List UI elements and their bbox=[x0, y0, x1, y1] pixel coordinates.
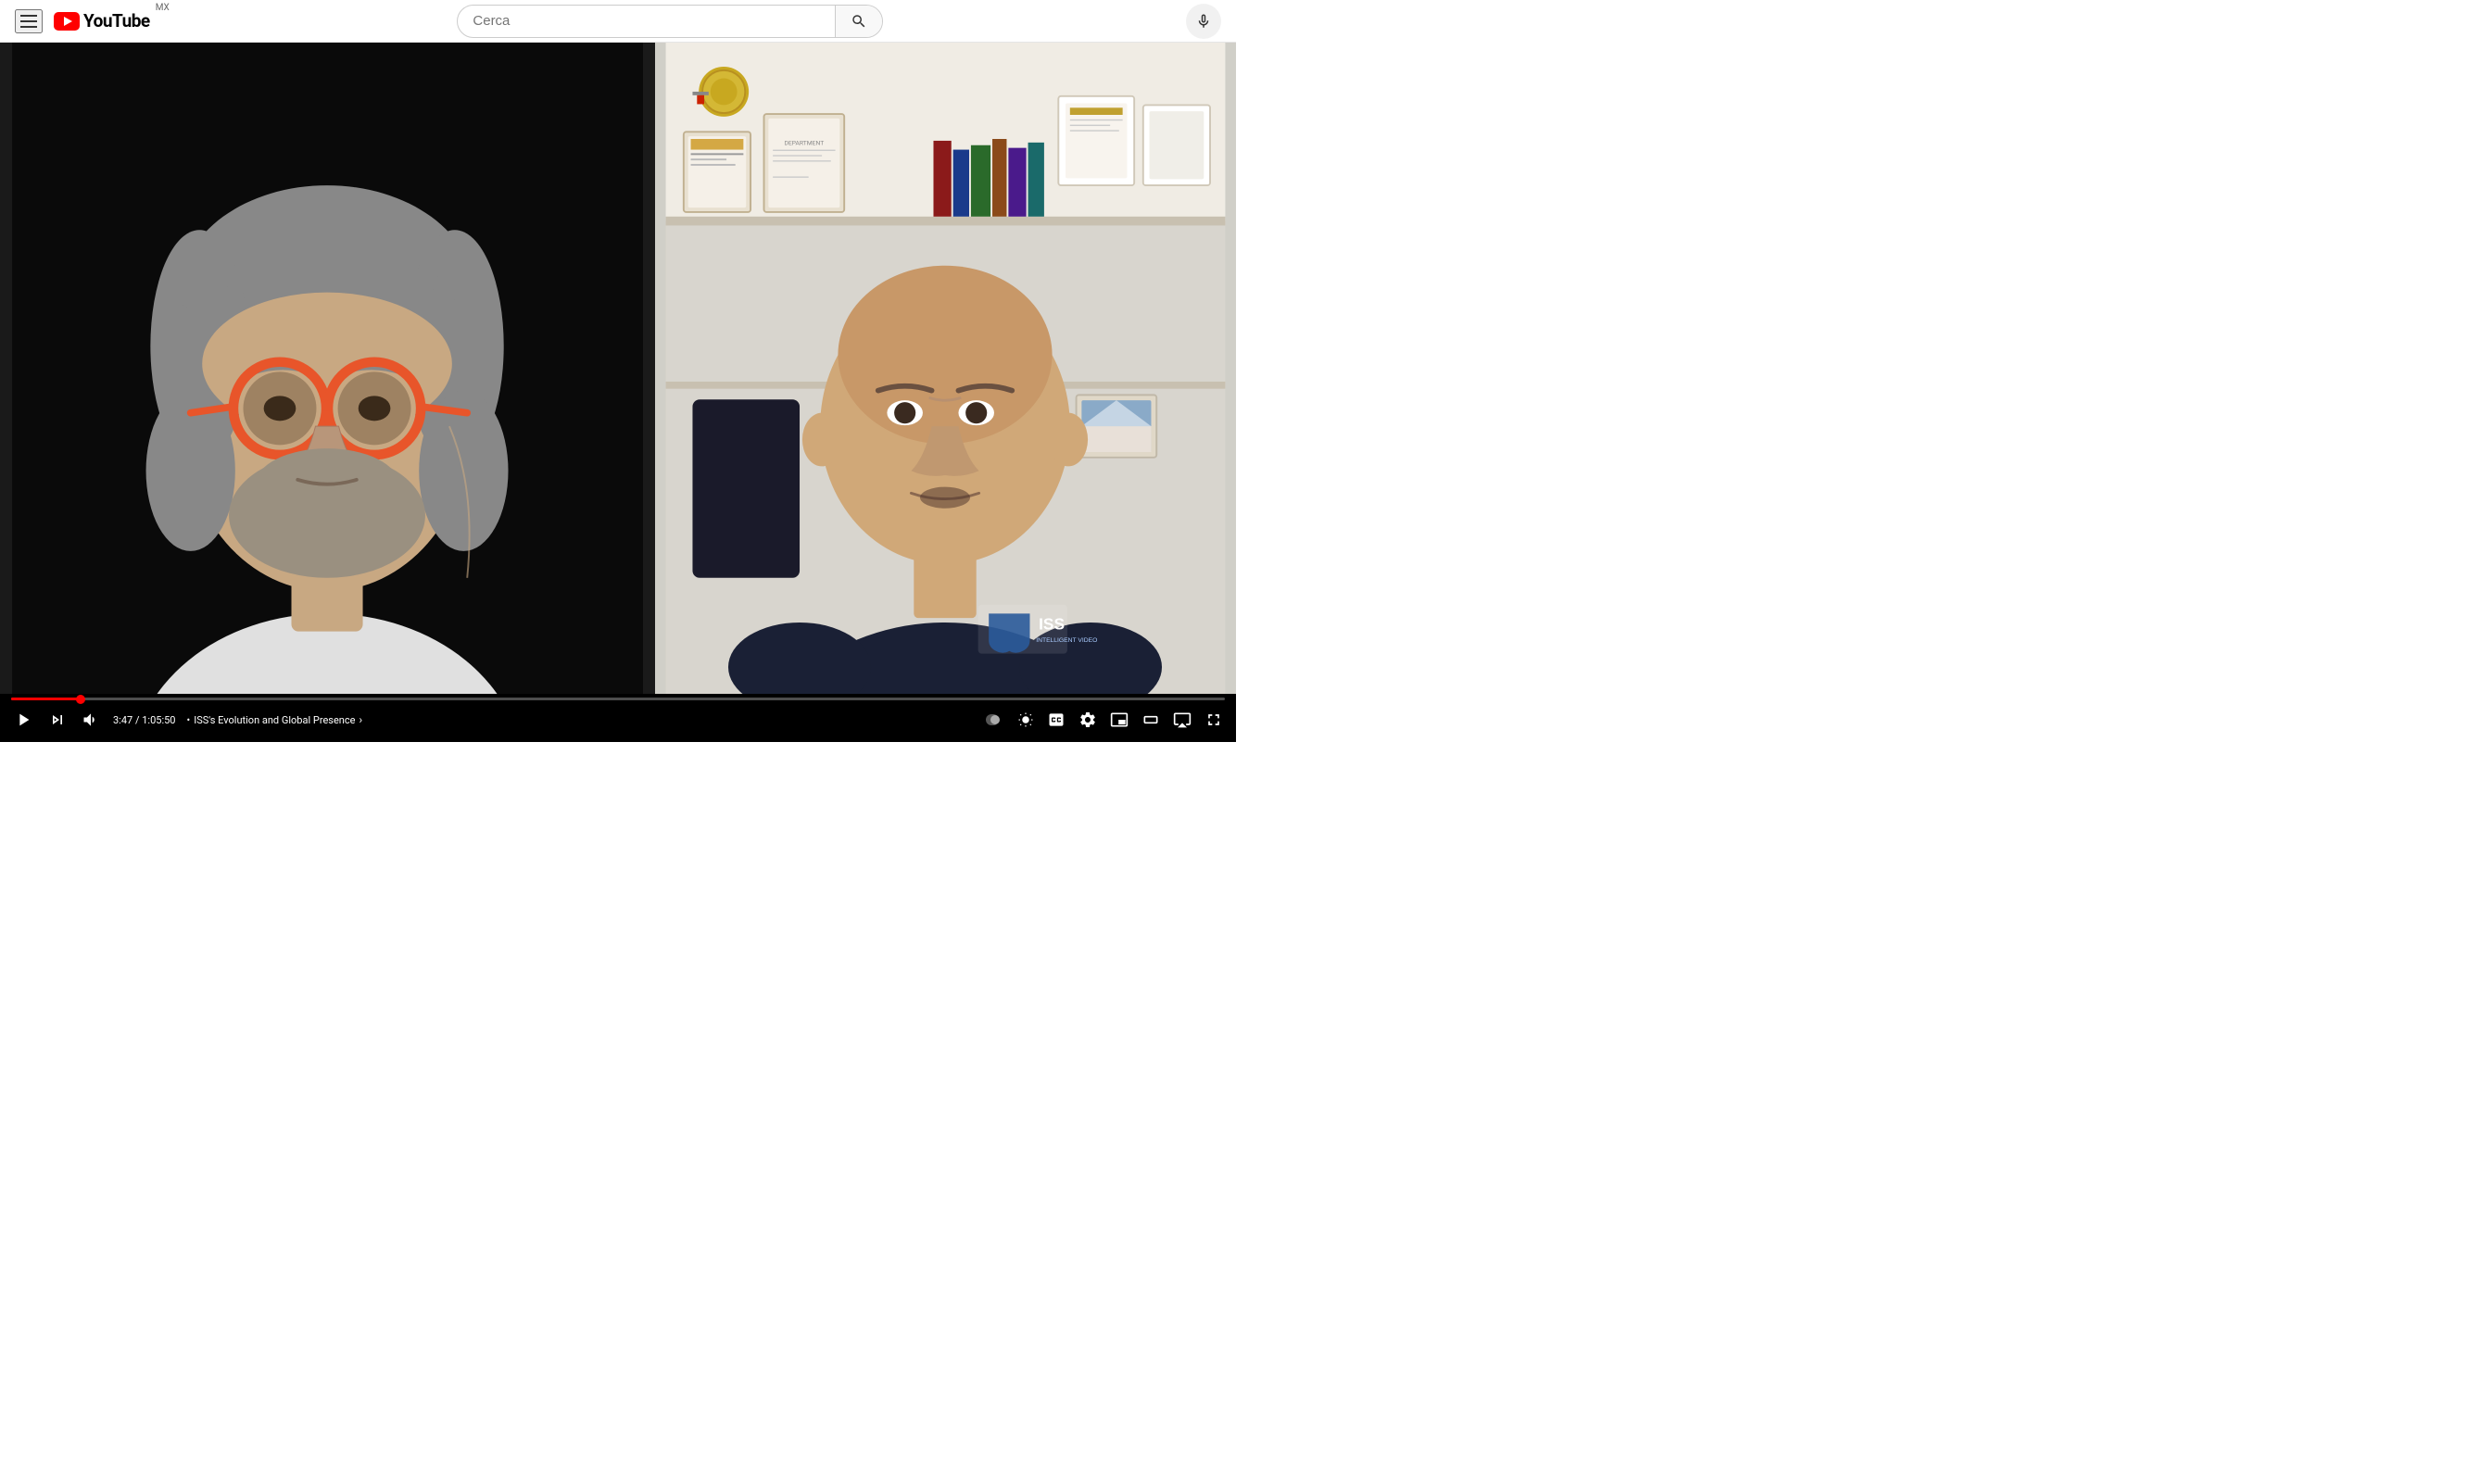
chapter-label[interactable]: • ISS's Evolution and Global Presence › bbox=[186, 713, 362, 726]
right-person-video: DEPARTMENT bbox=[655, 43, 1236, 694]
video-player[interactable]: DEPARTMENT bbox=[0, 43, 1236, 742]
settings-icon bbox=[1078, 711, 1097, 729]
play-button[interactable] bbox=[11, 708, 35, 732]
airplay-icon bbox=[1173, 711, 1192, 729]
miniplayer-button[interactable] bbox=[1108, 709, 1130, 731]
search-button[interactable] bbox=[835, 6, 882, 37]
miniplayer-icon bbox=[1110, 711, 1129, 729]
fullscreen-icon bbox=[1204, 711, 1223, 729]
chapter-dot: • bbox=[186, 714, 190, 726]
ambient-icon bbox=[986, 711, 1014, 728]
mic-icon bbox=[1195, 13, 1212, 30]
video-controls: 3:47 / 1:05:50 • ISS's Evolution and Glo… bbox=[0, 694, 1236, 742]
volume-icon bbox=[82, 711, 100, 729]
progress-bar[interactable] bbox=[11, 698, 1225, 700]
captions-button[interactable] bbox=[1045, 709, 1067, 731]
ambient-mode-button[interactable] bbox=[984, 710, 1036, 730]
header: YouTube MX bbox=[0, 0, 1236, 43]
search-bar bbox=[457, 5, 883, 38]
settings-button[interactable] bbox=[1077, 709, 1099, 731]
search-input[interactable] bbox=[458, 7, 835, 34]
theater-mode-button[interactable] bbox=[1140, 709, 1162, 731]
svg-text:DEPARTMENT: DEPARTMENT bbox=[784, 140, 824, 147]
header-right bbox=[1186, 4, 1221, 39]
chapter-text: ISS's Evolution and Global Presence bbox=[194, 714, 355, 726]
progress-indicator bbox=[76, 695, 85, 704]
youtube-icon bbox=[54, 12, 80, 31]
volume-button[interactable] bbox=[80, 709, 102, 731]
youtube-wordmark: YouTube bbox=[83, 10, 150, 31]
left-person-video bbox=[0, 43, 655, 694]
current-time: 3:47 bbox=[113, 714, 132, 726]
skip-next-icon bbox=[48, 711, 67, 729]
svg-text:ISS: ISS bbox=[1039, 615, 1065, 634]
airplay-button[interactable] bbox=[1171, 709, 1193, 731]
header-center bbox=[170, 5, 1171, 38]
next-button[interactable] bbox=[46, 709, 69, 731]
controls-left: 3:47 / 1:05:50 • ISS's Evolution and Glo… bbox=[11, 708, 362, 732]
video-left-panel bbox=[0, 43, 655, 694]
chevron-right-icon: › bbox=[359, 713, 362, 726]
search-icon bbox=[851, 13, 867, 30]
captions-icon bbox=[1047, 711, 1066, 729]
header-left: YouTube MX bbox=[15, 9, 170, 33]
progress-fill bbox=[11, 698, 81, 700]
fullscreen-button[interactable] bbox=[1203, 709, 1225, 731]
controls-right bbox=[984, 709, 1225, 731]
video-content: DEPARTMENT bbox=[0, 43, 1236, 694]
region-label: MX bbox=[156, 3, 170, 13]
mic-button[interactable] bbox=[1186, 4, 1221, 39]
total-time: 1:05:50 bbox=[142, 714, 175, 726]
time-display: 3:47 / 1:05:50 bbox=[113, 714, 175, 726]
controls-row: 3:47 / 1:05:50 • ISS's Evolution and Glo… bbox=[11, 708, 1225, 732]
theater-icon bbox=[1141, 711, 1160, 729]
svg-text:INTELLIGENT VIDEO: INTELLIGENT VIDEO bbox=[1036, 637, 1097, 644]
menu-button[interactable] bbox=[15, 9, 43, 33]
sun-icon bbox=[1017, 711, 1034, 728]
video-right-panel: DEPARTMENT bbox=[655, 43, 1236, 694]
play-icon bbox=[13, 710, 33, 730]
logo-area[interactable]: YouTube MX bbox=[54, 10, 170, 31]
